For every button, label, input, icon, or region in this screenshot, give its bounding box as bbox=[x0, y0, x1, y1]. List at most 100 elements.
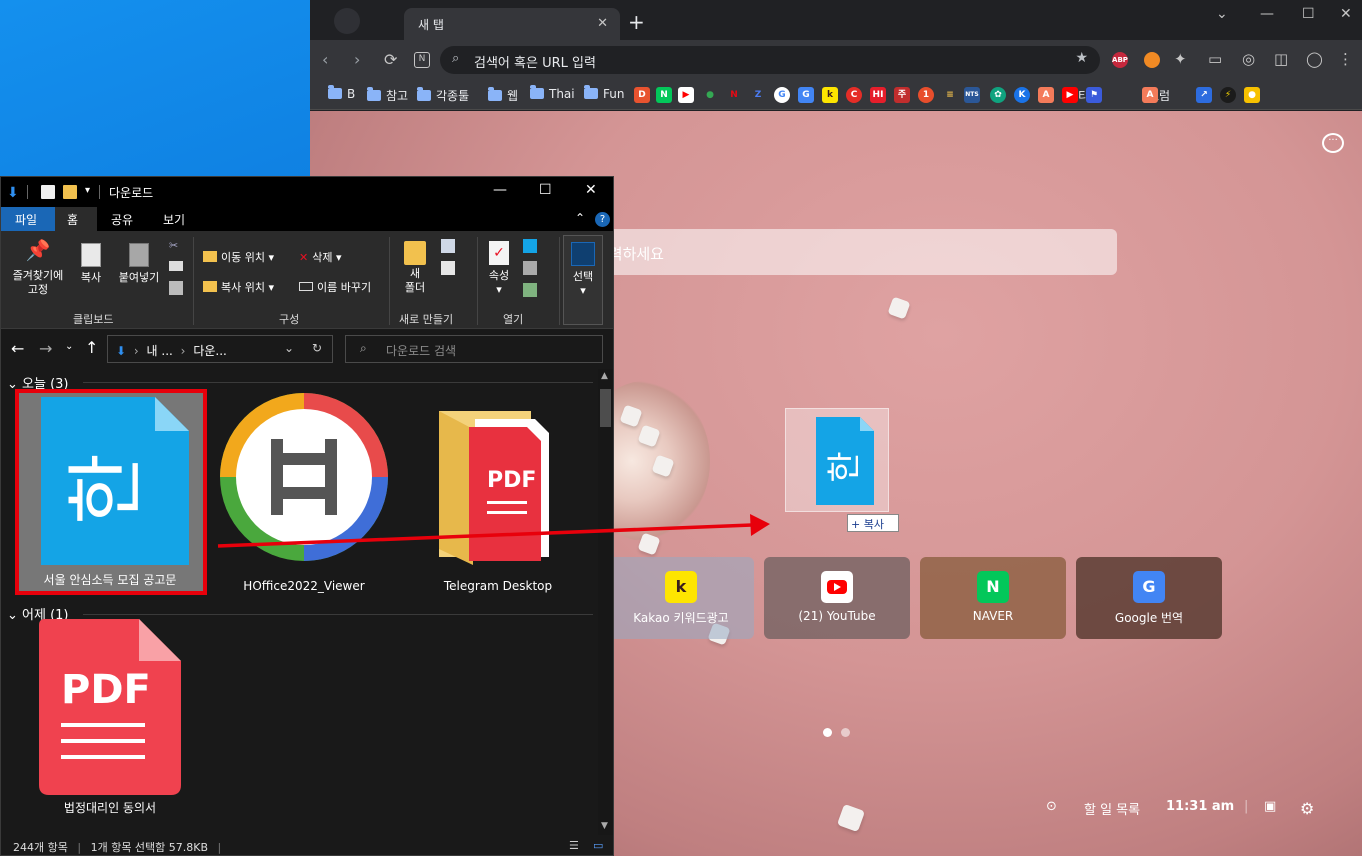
file-item[interactable]: PDF 법정대리인 동의서 bbox=[15, 619, 205, 835]
details-view-icon[interactable]: ☰ bbox=[569, 839, 579, 852]
paste-button[interactable]: 붙여넣기 bbox=[113, 243, 165, 285]
minimize-button[interactable]: — bbox=[493, 182, 507, 198]
breadcrumb-item[interactable]: 내 ... bbox=[147, 344, 173, 358]
tab-new-tab[interactable]: 새 탭 ✕ bbox=[404, 8, 620, 40]
address-bar[interactable]: ⬇ › 내 ... › 다운... ⌄ ↻ bbox=[107, 335, 333, 363]
cut-icon[interactable]: ✂ bbox=[169, 239, 178, 252]
bookmark-folder-tools[interactable]: 각종툴 bbox=[417, 87, 469, 104]
customize-toolbar-icon[interactable]: ▾ bbox=[85, 185, 99, 199]
shortcut-tile-kakao[interactable]: k Kakao 키워드광고 bbox=[608, 557, 754, 639]
back-button[interactable]: ‹ bbox=[322, 50, 328, 69]
bookmark-favicon[interactable]: N bbox=[656, 87, 672, 103]
bookmark-favicon[interactable]: ↗ bbox=[1196, 87, 1212, 103]
bookmark-folder-b[interactable]: B bbox=[328, 85, 355, 101]
reload-button[interactable]: ⟳ bbox=[384, 50, 397, 69]
shortcut-tile-naver[interactable]: N NAVER bbox=[920, 557, 1066, 639]
bookmark-favicon[interactable]: ✿ bbox=[990, 87, 1006, 103]
move-to-button[interactable]: 이동 위치 ▾ bbox=[203, 249, 274, 265]
focus-icon[interactable]: ⊙ bbox=[1046, 799, 1057, 814]
account-icon[interactable]: ◯ bbox=[1306, 50, 1323, 68]
properties-button[interactable]: ✓ 속성 ▾ bbox=[481, 241, 517, 297]
bookmark-favicon[interactable]: G bbox=[798, 87, 814, 103]
bookmark-favicon[interactable]: k bbox=[822, 87, 838, 103]
close-window-button[interactable]: ✕ bbox=[585, 182, 597, 198]
new-tab-button[interactable]: + bbox=[628, 12, 645, 32]
new-folder-button[interactable]: 새 폴더 bbox=[397, 241, 433, 295]
tab-view[interactable]: 보기 bbox=[151, 211, 197, 228]
vertical-scrollbar[interactable]: ▲ ▼ bbox=[598, 369, 613, 835]
history-icon[interactable] bbox=[523, 283, 537, 297]
copy-to-button[interactable]: 복사 위치 ▾ bbox=[203, 279, 274, 295]
minimize-button[interactable]: — bbox=[1260, 6, 1274, 22]
bookmark-favicon[interactable]: G bbox=[774, 87, 790, 103]
explorer-search-input[interactable]: ⌕ 다운로드 검색 bbox=[345, 335, 603, 363]
pin-to-quick-access-button[interactable]: 📌 즐겨찾기에 고정 bbox=[5, 240, 71, 297]
breadcrumb-item[interactable]: 다운... bbox=[193, 344, 227, 358]
extension-orange-icon[interactable] bbox=[1144, 52, 1160, 68]
chevron-down-icon[interactable]: ⌄ bbox=[1216, 6, 1228, 22]
bookmark-favicon[interactable]: ⚑ bbox=[1086, 87, 1102, 103]
bookmark-folder-thai[interactable]: Thai bbox=[530, 85, 575, 101]
page-dot-active[interactable] bbox=[823, 728, 832, 737]
background-image-icon[interactable]: ▣ bbox=[1264, 799, 1276, 814]
collapse-ribbon-icon[interactable]: ⌃ bbox=[575, 211, 585, 225]
bookmark-favicon[interactable]: N bbox=[726, 87, 742, 103]
bookmark-favicon[interactable]: 주 bbox=[894, 87, 910, 103]
bookmark-favicon[interactable]: ⚡ bbox=[1220, 87, 1236, 103]
home-icon[interactable]: N bbox=[414, 52, 430, 68]
bookmark-favicon[interactable]: 1 bbox=[918, 87, 934, 103]
paste-shortcut-icon[interactable] bbox=[169, 281, 183, 295]
forward-button[interactable]: › bbox=[354, 50, 360, 69]
page-dot[interactable] bbox=[841, 728, 850, 737]
chat-icon[interactable]: ··· bbox=[1322, 133, 1344, 153]
copy-button[interactable]: 복사 bbox=[73, 243, 109, 285]
back-arrow-icon[interactable]: ← bbox=[11, 339, 24, 358]
folder-item[interactable]: PDF Telegram Desktop bbox=[403, 389, 593, 595]
forward-arrow-icon[interactable]: → bbox=[39, 339, 52, 358]
bookmark-favicon[interactable]: K bbox=[1014, 87, 1030, 103]
file-item-selected[interactable]: 한 서울 안심소득 모집 공고문 bbox=[15, 389, 207, 595]
maximize-button[interactable]: ☐ bbox=[539, 182, 552, 198]
up-arrow-icon[interactable]: ↑ bbox=[85, 338, 98, 357]
tab-file[interactable]: 파일 bbox=[1, 207, 55, 231]
bookmark-folder-fun[interactable]: Fun bbox=[584, 85, 624, 101]
bookmark-favicon[interactable]: HI bbox=[870, 87, 886, 103]
bookmark-favicon[interactable]: ≡ bbox=[942, 87, 958, 103]
edit-icon[interactable] bbox=[523, 261, 537, 275]
properties-icon[interactable] bbox=[41, 185, 55, 199]
chevron-down-icon[interactable]: ⌄ bbox=[284, 341, 294, 355]
bookmark-folder-web[interactable]: 웹 bbox=[488, 87, 518, 104]
refresh-icon[interactable]: ↻ bbox=[312, 341, 322, 355]
bookmark-favicon[interactable]: ▶ bbox=[678, 87, 694, 103]
bookmark-favicon[interactable]: NTS bbox=[964, 87, 980, 103]
sidebar-icon[interactable]: ◫ bbox=[1274, 50, 1288, 68]
omnibox[interactable]: ⌕ 검색어 혹은 URL 입력 ★ bbox=[440, 46, 1100, 74]
settings-gear-icon[interactable]: ⚙ bbox=[1300, 799, 1314, 818]
profile-avatar[interactable] bbox=[334, 8, 360, 34]
open-icon[interactable] bbox=[523, 239, 537, 253]
scroll-down-icon[interactable]: ▼ bbox=[601, 821, 608, 831]
maximize-button[interactable]: ☐ bbox=[1302, 6, 1315, 22]
bookmark-favicon[interactable]: ● bbox=[702, 87, 718, 103]
tab-share[interactable]: 공유 bbox=[99, 211, 145, 228]
scrollbar-thumb[interactable] bbox=[600, 389, 611, 427]
bookmark-favicon[interactable]: C bbox=[846, 87, 862, 103]
recent-locations-icon[interactable]: ⌄ bbox=[65, 341, 73, 352]
close-tab-icon[interactable]: ✕ bbox=[597, 16, 608, 31]
camera-icon[interactable]: ◎ bbox=[1242, 50, 1255, 68]
bookmark-folder-reference[interactable]: 참고 bbox=[367, 87, 408, 104]
bookmark-favicon[interactable]: A bbox=[1038, 87, 1054, 103]
bookmark-favicon[interactable]: ● bbox=[1244, 87, 1260, 103]
delete-button[interactable]: ✕ 삭제 ▾ bbox=[299, 249, 342, 265]
bookmark-favicon[interactable]: A bbox=[1142, 87, 1158, 103]
bookmark-favicon[interactable]: Z bbox=[750, 87, 766, 103]
bookmark-favicon[interactable]: ▶ bbox=[1062, 87, 1078, 103]
rename-button[interactable]: 이름 바꾸기 bbox=[299, 279, 371, 295]
screen-capture-icon[interactable]: ▭ bbox=[1208, 50, 1222, 68]
help-icon[interactable]: ? bbox=[595, 212, 610, 227]
bookmark-favicon[interactable]: D bbox=[634, 87, 650, 103]
easy-access-icon[interactable] bbox=[441, 261, 455, 275]
shortcut-tile-youtube[interactable]: (21) YouTube bbox=[764, 557, 910, 639]
bookmark-star-icon[interactable]: ★ bbox=[1075, 50, 1088, 66]
new-folder-icon[interactable] bbox=[63, 185, 77, 199]
